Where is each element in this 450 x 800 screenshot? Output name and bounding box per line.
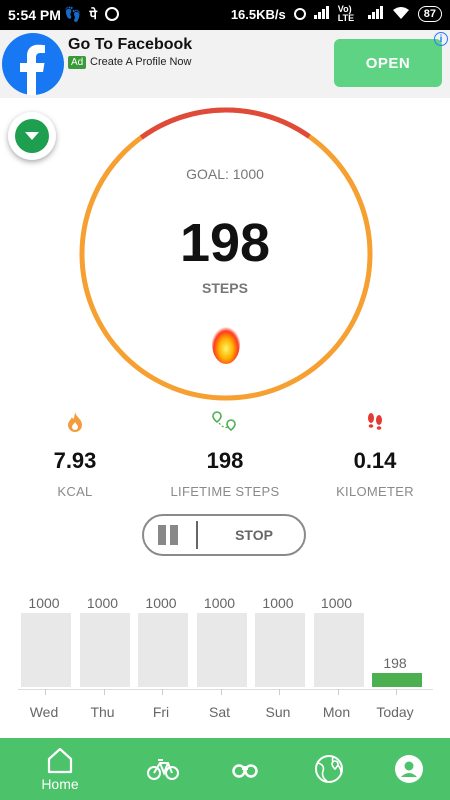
stat-kcal: 7.93 KCAL — [0, 410, 150, 499]
footprints-notification-icon: 👣 — [64, 5, 82, 22]
control-divider — [196, 521, 198, 549]
day-value-label: 1000 — [320, 595, 353, 611]
ad-info-icon[interactable]: i — [434, 32, 448, 46]
day-column: 198 Today — [369, 590, 422, 725]
wifi-icon — [392, 6, 410, 23]
bottom-nav: Home — [0, 738, 450, 800]
weekly-steps-chart: 1000 Wed 1000 Thu 1000 Fri 1000 Sat 1000 Sun 1000 M… — [18, 590, 433, 725]
day-bar — [255, 613, 305, 687]
bicycle-icon — [147, 759, 179, 780]
app-notification-icon: पे — [89, 7, 97, 22]
signal-icon-2 — [367, 6, 384, 22]
nav-goals[interactable] — [220, 738, 270, 800]
day-bar — [138, 613, 188, 687]
nav-map[interactable] — [304, 738, 354, 800]
pause-button[interactable] — [158, 525, 186, 547]
dropdown-toggle-button[interactable] — [8, 112, 56, 160]
pause-icon-bar-right — [170, 525, 178, 545]
day-bar — [196, 613, 247, 687]
day-column: 1000 Sat — [194, 590, 247, 725]
network-speed: 16.5KB/s — [230, 6, 286, 22]
profile-icon — [395, 755, 423, 783]
nav-home[interactable]: Home — [30, 738, 90, 800]
binoculars-icon — [232, 764, 258, 778]
flame-icon — [0, 410, 150, 434]
pause-icon-bar-left — [158, 525, 166, 545]
flame-icon — [208, 314, 244, 364]
whatsapp-icon — [104, 7, 119, 21]
lte-label: Vo) LTE — [337, 4, 355, 23]
day-column: 1000 Fri — [135, 590, 188, 725]
signal-icon — [313, 6, 330, 22]
day-column: 1000 Mon — [311, 590, 364, 725]
battery-icon: 87 — [417, 6, 442, 22]
day-column: 1000 Thu — [77, 590, 130, 725]
stat-lifetime-steps: 198 LIFETIME STEPS — [150, 410, 300, 499]
day-column: 1000 Wed — [18, 590, 71, 725]
stop-button[interactable]: STOP — [204, 516, 304, 554]
day-label: Today — [376, 704, 414, 720]
axis-tick — [396, 689, 397, 695]
stat-kilometer: 0.14 KILOMETER — [300, 410, 450, 499]
steps-label: STEPS — [202, 280, 248, 296]
goal-text: GOAL: 1000 — [186, 166, 264, 182]
axis-tick — [162, 689, 163, 695]
footprints-icon — [300, 410, 450, 434]
steps-count: 198 — [179, 213, 271, 273]
nav-home-label: Home — [41, 776, 79, 792]
ad-title: Go To Facebook — [68, 36, 193, 53]
axis-tick — [337, 689, 339, 695]
kilometer-label: KILOMETER — [336, 484, 414, 499]
day-bar — [313, 613, 364, 687]
tracking-control: STOP — [142, 514, 306, 556]
kilometer-value: 0.14 — [353, 448, 397, 473]
location-pins-icon — [150, 410, 300, 434]
status-bar: 5:54 PM 👣 पे 16.5KB/s Vo) LTE 87 — [0, 0, 450, 30]
nav-profile[interactable] — [384, 738, 434, 800]
day-column: 1000 Sun — [252, 590, 305, 725]
home-icon — [47, 747, 73, 774]
chevron-down-icon — [15, 119, 49, 153]
ad-badge: Ad — [68, 56, 87, 69]
alarm-icon — [293, 8, 306, 20]
day-bar — [21, 613, 71, 687]
status-right-group: 16.5KB/s Vo) LTE 87 — [231, 5, 442, 23]
globe-location-icon — [315, 755, 343, 783]
status-time: 5:54 PM — [8, 7, 61, 23]
ad-open-button[interactable]: OPEN — [334, 39, 442, 87]
axis-tick — [279, 689, 280, 695]
day-value-label: 198 — [383, 655, 407, 671]
day-bar — [79, 613, 130, 687]
today-bar — [372, 673, 422, 687]
ad-subtitle: Create A Profile Now — [90, 56, 192, 68]
lifetime-steps-label: LIFETIME STEPS — [170, 484, 280, 499]
kcal-value: 7.93 — [53, 448, 97, 473]
axis-tick — [45, 689, 46, 695]
nav-cycling[interactable] — [138, 738, 188, 800]
status-notification-icons: 👣 पे — [64, 5, 119, 23]
axis-tick — [103, 689, 105, 695]
facebook-logo-icon — [2, 33, 64, 95]
lifetime-steps-value: 198 — [206, 448, 244, 473]
ad-banner[interactable]: Go To Facebook Ad Create A Profile Now O… — [0, 30, 450, 98]
axis-tick — [220, 689, 222, 695]
kcal-label: KCAL — [57, 484, 93, 499]
